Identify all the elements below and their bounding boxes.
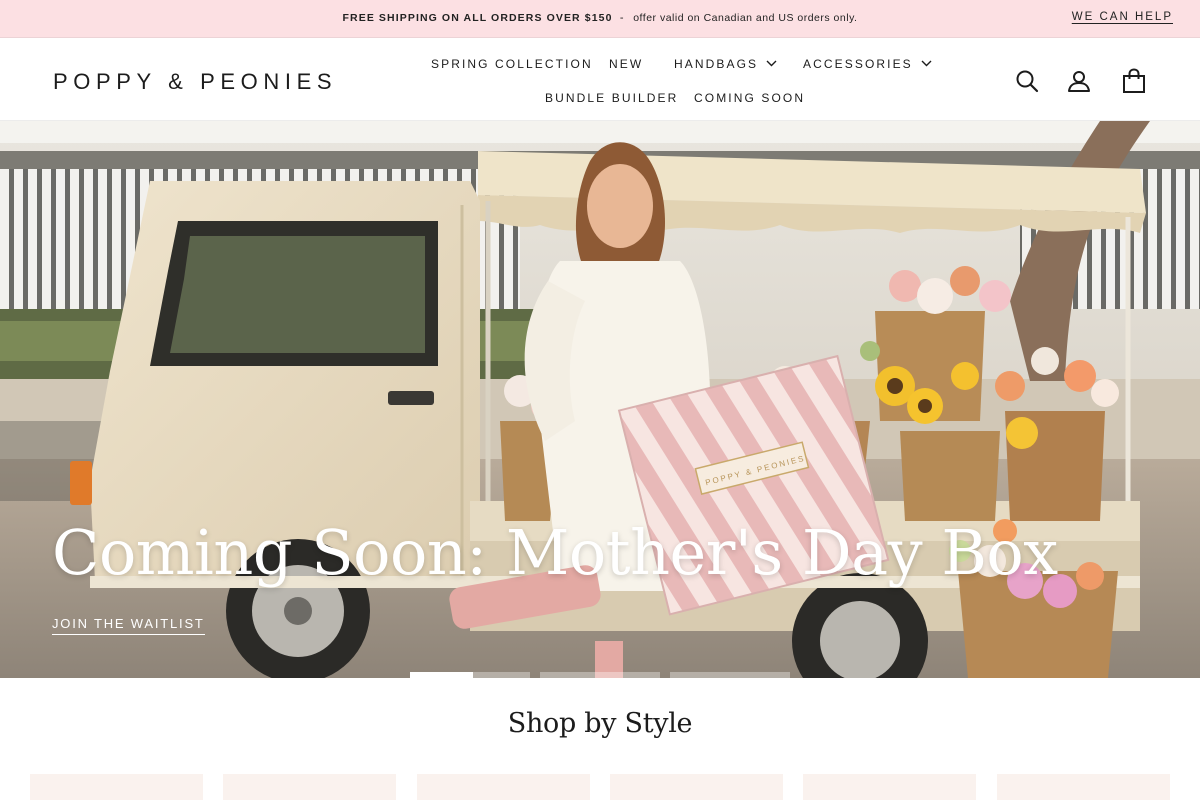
- nav-bundle-builder[interactable]: BUNDLE BUILDER: [545, 91, 678, 105]
- slide-indicator-4[interactable]: [670, 672, 790, 678]
- chevron-down-icon: [766, 56, 777, 70]
- nav-coming-soon[interactable]: COMING SOON: [694, 91, 805, 105]
- account-icon[interactable]: [1066, 68, 1092, 94]
- help-link[interactable]: WE CAN HELP: [1072, 11, 1173, 23]
- announcement-separator: -: [619, 12, 624, 24]
- search-icon[interactable]: [1014, 68, 1040, 94]
- site-logo[interactable]: POPPY & PEONIES: [53, 69, 337, 95]
- slide-indicator-1[interactable]: [410, 672, 473, 678]
- style-tile[interactable]: [30, 774, 203, 800]
- announcement-bar: FREE SHIPPING ON ALL ORDERS OVER $150 - …: [0, 0, 1200, 38]
- shop-by-style-heading: Shop by Style: [507, 708, 693, 739]
- nav-label: BUNDLE BUILDER: [545, 91, 679, 105]
- site-header: POPPY & PEONIES SPRING COLLECTION NEW HA…: [0, 38, 1200, 121]
- nav-spring-collection[interactable]: SPRING COLLECTION: [431, 57, 593, 71]
- style-tile[interactable]: [610, 774, 783, 800]
- nav-accessories[interactable]: ACCESSORIES: [803, 57, 932, 71]
- slide-indicator-3[interactable]: [540, 672, 660, 678]
- chevron-down-icon: [921, 56, 932, 70]
- style-tile[interactable]: [997, 774, 1170, 800]
- style-tile[interactable]: [803, 774, 976, 800]
- nav-label: COMING SOON: [694, 91, 806, 105]
- announcement-rest: offer valid on Canadian and US orders on…: [633, 12, 858, 24]
- slider-indicators: [0, 672, 1200, 678]
- nav-handbags[interactable]: HANDBAGS: [674, 57, 777, 71]
- slide-indicator-2[interactable]: [473, 672, 530, 678]
- hero-banner[interactable]: POPPY & PEONIES Coming Soon: Mother's Da…: [0, 121, 1200, 678]
- hero-title: Coming Soon: Mother's Day Box: [52, 516, 1058, 589]
- announcement-message: FREE SHIPPING ON ALL ORDERS OVER $150 - …: [0, 12, 1200, 24]
- nav-label: SPRING COLLECTION: [431, 57, 593, 71]
- hero-image: POPPY & PEONIES: [0, 121, 1200, 678]
- nav-label: ACCESSORIES: [803, 57, 913, 71]
- nav-label: NEW: [609, 57, 644, 71]
- announcement-bold: FREE SHIPPING ON ALL ORDERS OVER $150: [342, 12, 613, 24]
- cart-icon[interactable]: [1121, 68, 1147, 94]
- nav-new[interactable]: NEW: [609, 57, 643, 71]
- nav-label: HANDBAGS: [674, 57, 759, 71]
- join-waitlist-link[interactable]: JOIN THE WAITLIST: [52, 616, 205, 635]
- style-tile[interactable]: [417, 774, 590, 800]
- style-tile[interactable]: [223, 774, 396, 800]
